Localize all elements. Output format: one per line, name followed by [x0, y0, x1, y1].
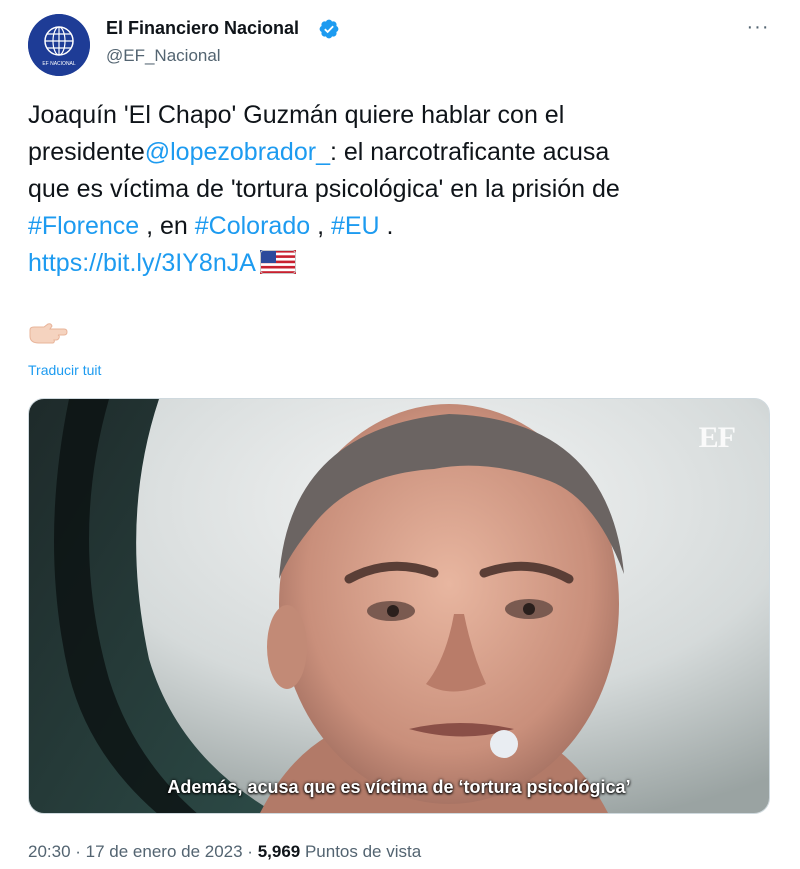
- tweet-text-segment: , en: [139, 212, 195, 240]
- tweet-line-3: que es víctima de 'tortura psicológica' …: [28, 175, 620, 203]
- tweet-line-5: https://bit.ly/3IY8nJA: [28, 245, 778, 282]
- views-label: Puntos de vista: [300, 842, 422, 861]
- ef-watermark: EF: [698, 421, 736, 454]
- tweet-text-segment: .: [379, 212, 394, 240]
- us-flag-icon: [259, 250, 296, 274]
- url-link[interactable]: https://bit.ly/3IY8nJA: [28, 249, 256, 277]
- tweet-card: EF NACIONAL El Financiero Nacional @EF_N…: [0, 0, 800, 869]
- video-frame-image: [29, 399, 769, 813]
- tweet-text: Joaquín 'El Chapo' Guzmán quiere hablar …: [28, 97, 778, 282]
- meta-separator: ·: [242, 842, 258, 861]
- meta-separator: ·: [70, 842, 86, 861]
- tweet-line-1: Joaquín 'El Chapo' Guzmán quiere hablar …: [28, 101, 565, 129]
- tweet-text-segment: : el narcotraficante acusa: [329, 138, 610, 166]
- pointing-hand-icon: [29, 323, 68, 344]
- avatar-text: EF NACIONAL: [42, 61, 76, 67]
- tweet-text-segment: ,: [310, 212, 331, 240]
- video-subtitle: Además, acusa que es víctima de ‘tortura…: [167, 777, 631, 797]
- video-media[interactable]: EF Además, acusa que es víctima de ‘tort…: [28, 398, 770, 814]
- views-count: 5,969: [257, 842, 301, 861]
- verified-badge-icon: [319, 19, 339, 39]
- more-options-button[interactable]: ···: [740, 16, 776, 44]
- mention-link[interactable]: @lopezobrador_: [145, 138, 330, 166]
- tweet-line-2: presidente@lopezobrador_: el narcotrafic…: [28, 134, 778, 171]
- hashtag-colorado-link[interactable]: #Colorado: [195, 212, 310, 240]
- globe-logo-icon: EF NACIONAL: [28, 14, 90, 76]
- translate-tweet-link[interactable]: Traducir tuit: [28, 362, 101, 378]
- tweet-time[interactable]: 20:30: [28, 842, 71, 861]
- tweet-text-segment: presidente: [28, 138, 145, 166]
- tweet-date[interactable]: 17 de enero de 2023: [86, 842, 243, 861]
- author-avatar[interactable]: EF NACIONAL: [28, 14, 90, 76]
- tweet-line-4: #Florence , en #Colorado , #EU .: [28, 208, 778, 245]
- hashtag-florence-link[interactable]: #Florence: [28, 212, 139, 240]
- hashtag-eu-link[interactable]: #EU: [331, 212, 380, 240]
- author-handle[interactable]: @EF_Nacional: [106, 46, 221, 66]
- tweet-meta: 20:30 · 17 de enero de 2023 · 5,969 Punt…: [28, 842, 421, 862]
- author-name[interactable]: El Financiero Nacional: [106, 18, 299, 39]
